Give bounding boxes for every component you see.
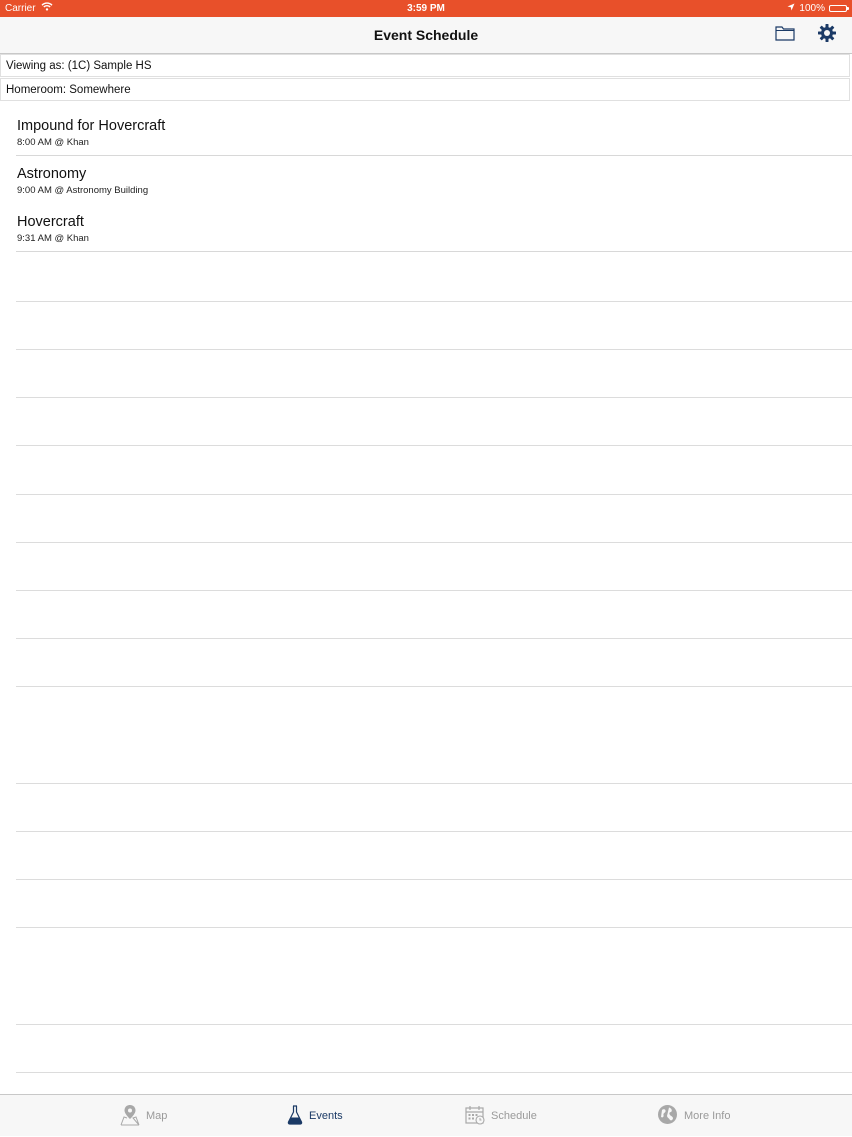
tab-label: Map: [146, 1110, 168, 1122]
tab-map[interactable]: Map: [120, 1095, 167, 1137]
row-divider: [16, 638, 852, 639]
homeroom-label: Homeroom: Somewhere: [6, 84, 131, 96]
folder-icon: [775, 25, 795, 46]
event-list: Impound for Hovercraft 8:00 AM @ Khan As…: [0, 108, 852, 252]
viewing-as-label: Viewing as: (1C) Sample HS: [6, 60, 152, 72]
row-divider: [16, 686, 852, 687]
settings-button[interactable]: [814, 23, 840, 47]
row-divider: [16, 590, 852, 591]
calendar-icon: [465, 1105, 485, 1128]
map-pin-icon: [120, 1104, 140, 1129]
row-divider: [16, 397, 852, 398]
battery-percent: 100%: [799, 3, 825, 14]
tab-label: Schedule: [491, 1110, 537, 1122]
event-detail: 8:00 AM @ Khan: [17, 137, 89, 148]
row-divider: [16, 542, 852, 543]
row-divider: [16, 301, 852, 302]
homeroom-row: Homeroom: Somewhere: [0, 78, 850, 101]
tab-more-info[interactable]: More Info: [657, 1095, 730, 1137]
row-divider: [16, 349, 852, 350]
row-divider: [16, 445, 852, 446]
event-row[interactable]: Impound for Hovercraft 8:00 AM @ Khan: [0, 108, 852, 156]
event-row[interactable]: Hovercraft 9:31 AM @ Khan: [0, 204, 852, 252]
navigation-bar: Event Schedule: [0, 17, 852, 54]
row-divider: [16, 831, 852, 832]
event-detail: 9:31 AM @ Khan: [17, 233, 89, 244]
tab-bar: Map Events Schedule More Info: [0, 1094, 852, 1136]
globe-icon: [657, 1104, 678, 1128]
row-divider: [16, 494, 852, 495]
row-divider: [16, 783, 852, 784]
row-divider: [16, 1024, 852, 1025]
tab-label: Events: [309, 1110, 343, 1122]
row-divider: [16, 1072, 852, 1073]
row-divider: [16, 927, 852, 928]
tab-events[interactable]: Events: [287, 1095, 343, 1137]
tab-schedule[interactable]: Schedule: [465, 1095, 537, 1137]
tab-label: More Info: [684, 1110, 731, 1122]
folder-button[interactable]: [772, 23, 798, 47]
event-detail: 9:00 AM @ Astronomy Building: [17, 185, 149, 196]
event-row[interactable]: Astronomy 9:00 AM @ Astronomy Building: [0, 156, 852, 204]
status-bar: Carrier 3:59 PM 100%: [0, 0, 852, 17]
status-right: 100%: [787, 0, 849, 17]
page-title: Event Schedule: [373, 27, 479, 43]
battery-icon: [829, 5, 849, 12]
location-arrow-icon: [787, 0, 795, 17]
event-title: Impound for Hovercraft: [17, 118, 166, 134]
viewing-as-row: Viewing as: (1C) Sample HS: [0, 54, 850, 77]
event-title: Hovercraft: [17, 214, 84, 230]
status-time: 3:59 PM: [407, 3, 445, 14]
row-divider: [16, 879, 852, 880]
gear-icon: [817, 23, 837, 48]
event-title: Astronomy: [17, 166, 87, 182]
row-divider: [16, 251, 852, 252]
flask-icon: [287, 1104, 303, 1128]
empty-table-area: [0, 253, 852, 1093]
